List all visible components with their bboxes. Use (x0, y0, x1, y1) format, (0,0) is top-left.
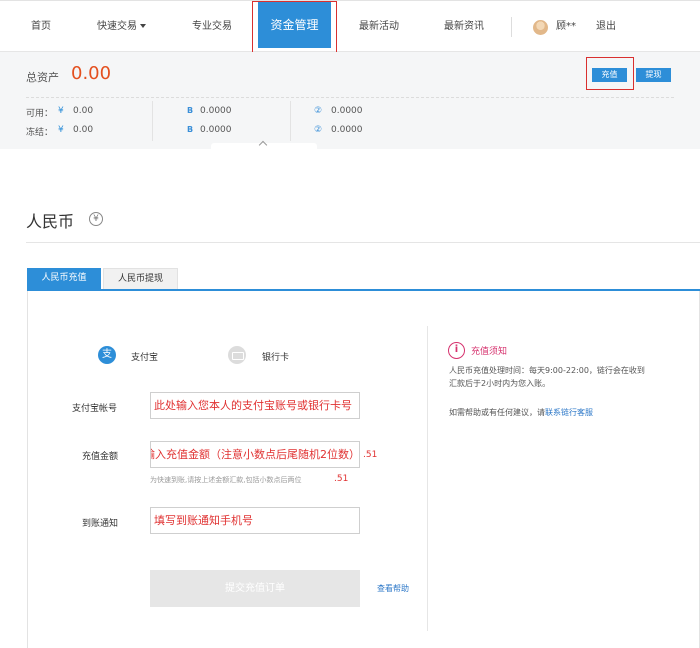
notice-line-3: 如需帮助或有任何建议，请联系链行客服 (449, 407, 593, 418)
coin-icon: ② (314, 106, 323, 116)
notice-line-3-text: 如需帮助或有任何建议，请 (449, 408, 545, 417)
frozen-label: 冻结： (26, 128, 54, 138)
column-divider (152, 101, 153, 141)
notify-label: 到账通知 (82, 519, 119, 529)
highlight-box-fund-management (252, 1, 337, 55)
available-third: 0.0000 (331, 106, 363, 116)
available-cny: 0.00 (73, 106, 94, 116)
amount-input[interactable]: 输入充值金额（注意小数点后尾随机2位数） (150, 441, 360, 468)
tab-cny-recharge[interactable]: 人民币充值 (27, 268, 101, 289)
btc-icon: B (187, 106, 194, 115)
tab-cny-withdraw[interactable]: 人民币提现 (103, 268, 178, 289)
notice-line-2: 汇款后于2小时内为您入账。 (449, 379, 551, 388)
highlight-box-recharge (586, 57, 634, 90)
chevron-down-icon (140, 24, 146, 28)
total-assets-value: 0.00 (71, 63, 112, 84)
section-divider (26, 242, 700, 243)
top-nav: 首页 快速交易 专业交易 最新活动 最新资讯 顾** 退出 (0, 0, 700, 52)
total-assets-label: 总资产 (26, 71, 59, 84)
avatar[interactable] (533, 20, 548, 35)
btc-icon: B (187, 125, 194, 134)
account-label: 支付宝帐号 (72, 404, 118, 414)
asset-divider (26, 97, 674, 98)
nav-latest-news[interactable]: 最新资讯 (444, 1, 484, 53)
nav-divider (511, 17, 512, 37)
info-icon: i (448, 342, 465, 359)
recharge-card (27, 291, 700, 648)
notify-input[interactable]: 填写到账通知手机号 (150, 507, 360, 534)
pay-option-alipay[interactable]: 支付宝 (131, 350, 158, 363)
pay-option-bankcard[interactable]: 银行卡 (262, 350, 289, 363)
column-divider (427, 326, 428, 631)
nav-pro-trade[interactable]: 专业交易 (192, 1, 232, 53)
notice-title: 充值须知 (471, 347, 508, 357)
alipay-icon[interactable]: 支 (98, 346, 116, 364)
frozen-row: 冻结： ¥ 0.00 B 0.0000 ② 0.0000 (26, 125, 686, 139)
bank-card-icon[interactable] (228, 346, 246, 364)
cny-icon: ¥ (58, 125, 64, 135)
logout-link[interactable]: 退出 (596, 1, 616, 53)
cny-icon: ¥ (58, 106, 64, 116)
column-divider (290, 101, 291, 141)
frozen-btc: 0.0000 (200, 125, 232, 135)
notice-line-1: 人民币充值处理时间：每天9:00-22:00，链行会在收到 (449, 366, 645, 375)
account-input[interactable]: 此处输入您本人的支付宝账号或银行卡号 (150, 392, 360, 419)
user-name[interactable]: 顾** (556, 1, 576, 53)
available-label: 可用： (26, 109, 54, 119)
amount-label: 充值金额 (82, 452, 119, 462)
available-btc: 0.0000 (200, 106, 232, 116)
nav-quick-trade[interactable]: 快速交易 (97, 1, 146, 53)
page: 首页 快速交易 专业交易 最新活动 最新资讯 顾** 退出 资金管理 总资产 0… (0, 0, 700, 648)
nav-latest-activity[interactable]: 最新活动 (359, 1, 399, 53)
nav-home[interactable]: 首页 (31, 1, 51, 53)
amount-hint: 为快速到账,请按上述金额汇款,包括小数点后两位 (150, 476, 302, 484)
nav-quick-trade-label: 快速交易 (97, 21, 137, 32)
contact-support-link[interactable]: 联系链行客服 (545, 408, 593, 417)
section-title: 人民币 (26, 212, 75, 231)
frozen-third: 0.0000 (331, 125, 363, 135)
hint-annotation: .51 (334, 474, 349, 484)
help-link[interactable]: 查看帮助 (377, 583, 409, 594)
withdraw-button[interactable]: 提现 (636, 68, 671, 82)
frozen-cny: 0.00 (73, 125, 94, 135)
available-row: 可用： ¥ 0.00 B 0.0000 ② 0.0000 (26, 106, 686, 120)
submit-order-button[interactable]: 提交充值订单 (150, 570, 360, 607)
yen-icon: ¥ (89, 212, 103, 226)
coin-icon: ② (314, 125, 323, 135)
amount-annotation: .51 (363, 450, 378, 460)
